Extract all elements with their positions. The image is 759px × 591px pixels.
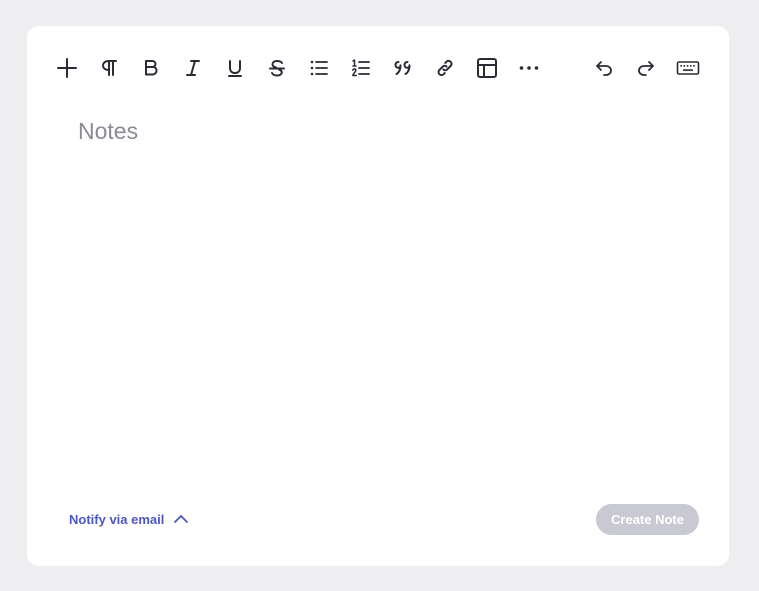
notes-editor[interactable]: Notes — [78, 118, 678, 478]
keyboard-shortcuts-button[interactable] — [674, 54, 702, 82]
paragraph-button[interactable] — [95, 54, 123, 82]
underline-icon — [228, 60, 242, 77]
numbered-list-button[interactable] — [347, 54, 375, 82]
table-icon — [477, 58, 497, 78]
insert-button[interactable] — [53, 54, 81, 82]
quote-icon — [394, 61, 411, 75]
notify-via-email-label: Notify via email — [69, 511, 165, 527]
redo-button[interactable] — [632, 54, 660, 82]
redo-icon — [638, 61, 654, 76]
undo-icon — [596, 61, 612, 76]
undo-button[interactable] — [590, 54, 618, 82]
bold-button[interactable] — [137, 54, 165, 82]
editor-placeholder: Notes — [78, 118, 139, 144]
chevron-up-icon — [174, 515, 189, 523]
numbered-list-icon — [352, 59, 370, 77]
link-icon — [437, 59, 453, 77]
create-note-button[interactable]: Create Note — [596, 504, 699, 535]
bullet-list-button[interactable] — [305, 54, 333, 82]
pilcrow-icon — [102, 60, 117, 76]
quote-button[interactable] — [389, 54, 417, 82]
italic-icon — [186, 60, 200, 76]
editor-toolbar — [27, 26, 729, 110]
strikethrough-button[interactable] — [263, 54, 291, 82]
more-button[interactable] — [515, 54, 543, 82]
table-button[interactable] — [473, 54, 501, 82]
more-icon — [519, 66, 539, 70]
notify-via-email-toggle[interactable]: Notify via email — [69, 508, 190, 530]
keyboard-icon — [676, 61, 700, 75]
plus-icon — [57, 58, 77, 78]
bullet-list-icon — [310, 60, 328, 76]
bold-icon — [145, 60, 158, 76]
note-editor-card: Notes Notify via email Create Note — [27, 26, 729, 566]
strikethrough-icon — [269, 59, 285, 77]
link-button[interactable] — [431, 54, 459, 82]
italic-button[interactable] — [179, 54, 207, 82]
underline-button[interactable] — [221, 54, 249, 82]
